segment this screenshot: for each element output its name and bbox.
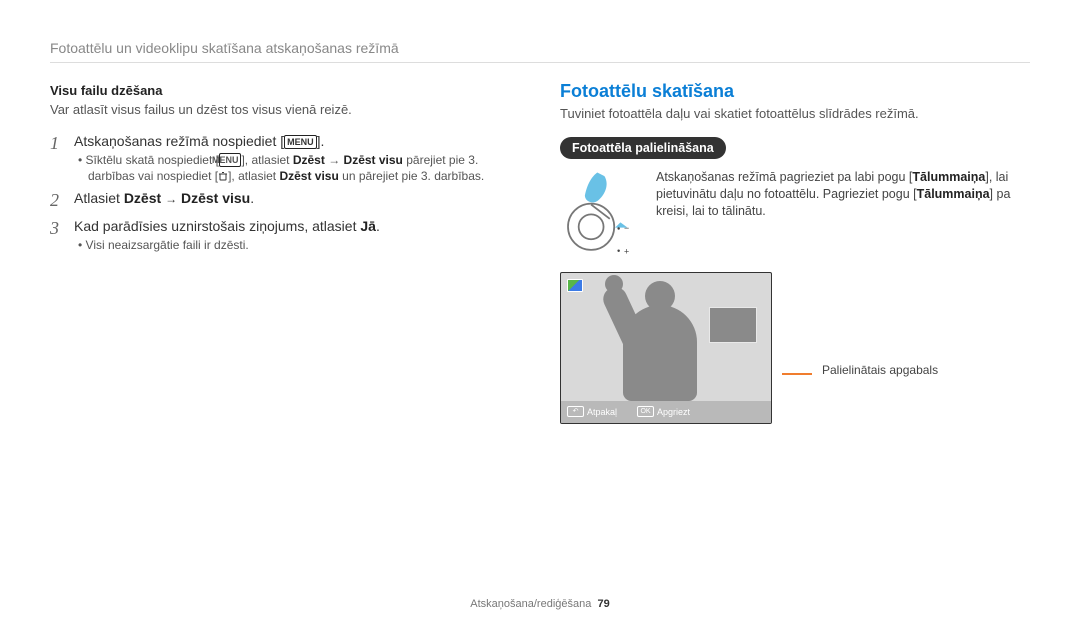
step-main-text: Atlasiet Dzēst → Dzēst visu. bbox=[74, 190, 520, 206]
back-arrow-icon: ↶ bbox=[567, 406, 584, 417]
emph: Tālummaiņa bbox=[917, 187, 990, 201]
menu-icon: MENU bbox=[284, 135, 317, 149]
camera-screen-preview: ↶ Atpakaļ OK Apgriezt bbox=[560, 272, 772, 424]
step-main-text: Kad parādīsies uznirstošais ziņojums, at… bbox=[74, 218, 520, 234]
emph: Dzēst bbox=[124, 190, 161, 206]
steps-list: 1 Atskaņošanas režīmā nospiediet [MENU].… bbox=[50, 133, 520, 253]
left-subheading: Visu failu dzēšana bbox=[50, 83, 520, 98]
step-body: Atskaņošanas režīmā nospiediet [MENU]. S… bbox=[74, 133, 520, 184]
back-hint: ↶ Atpakaļ bbox=[567, 406, 617, 417]
screen-preview-row: ↶ Atpakaļ OK Apgriezt Palielinātais apga… bbox=[560, 272, 1030, 424]
step-main-text: Atskaņošanas režīmā nospiediet [MENU]. bbox=[74, 133, 520, 149]
leader-line bbox=[782, 373, 812, 375]
arrow-icon: → bbox=[165, 192, 177, 206]
text: Kad parādīsies uznirstošais ziņojums, at… bbox=[74, 218, 360, 234]
step-number: 1 bbox=[50, 133, 64, 155]
emph: Tālummaiņa bbox=[912, 170, 985, 184]
step-number: 2 bbox=[50, 190, 64, 212]
text: Sīktēlu skatā nospiediet [ bbox=[86, 153, 219, 167]
step-sub-text: Sīktēlu skatā nospiediet [MENU], atlasie… bbox=[74, 152, 520, 184]
page-number: 79 bbox=[597, 598, 609, 610]
step-1: 1 Atskaņošanas režīmā nospiediet [MENU].… bbox=[50, 133, 520, 184]
text: Atskaņošanas režīmā nospiediet [ bbox=[74, 133, 284, 149]
menu-icon: MENU bbox=[219, 153, 242, 167]
text: Atlasiet bbox=[74, 190, 124, 206]
two-column-layout: Visu failu dzēšana Var atlasīt visus fai… bbox=[50, 81, 1030, 588]
step-3: 3 Kad parādīsies uznirstošais ziņojums, … bbox=[50, 218, 520, 253]
text: . bbox=[250, 190, 254, 206]
left-column: Visu failu dzēšana Var atlasīt visus fai… bbox=[50, 81, 520, 588]
trash-icon bbox=[218, 171, 228, 181]
text: Atskaņošanas režīmā pagrieziet pa labi p… bbox=[656, 170, 912, 184]
minus-label: − bbox=[624, 223, 629, 233]
zoom-instruction-row: − + Atskaņošanas režīmā pagrieziet pa la… bbox=[560, 169, 1030, 258]
subsection-pill: Fotoattēla palielināšana bbox=[560, 137, 726, 159]
zoom-area-indicator bbox=[709, 307, 757, 343]
step-number: 3 bbox=[50, 218, 64, 240]
step-body: Kad parādīsies uznirstošais ziņojums, at… bbox=[74, 218, 520, 253]
text: un pārejiet pie 3. darbības. bbox=[339, 169, 484, 183]
emph: Dzēst visu bbox=[181, 190, 250, 206]
zoom-ring-illustration: − + bbox=[560, 169, 640, 258]
text: ], atlasiet bbox=[228, 169, 279, 183]
left-desc: Var atlasīt visus failus un dzēst tos vi… bbox=[50, 102, 520, 119]
text: ], atlasiet bbox=[241, 153, 292, 167]
crop-hint: OK Apgriezt bbox=[637, 406, 690, 417]
manual-page: Fotoattēlu un videoklipu skatīšana atska… bbox=[0, 0, 1080, 630]
page-footer: Atskaņošana/rediģēšana 79 bbox=[50, 598, 1030, 610]
text: Visi neaizsargātie faili ir dzēsti. bbox=[86, 238, 249, 252]
emph: Dzēst visu bbox=[279, 169, 338, 183]
step-sub-text: Visi neaizsargātie faili ir dzēsti. bbox=[74, 237, 520, 253]
right-column: Fotoattēlu skatīšana Tuviniet fotoattēla… bbox=[560, 81, 1030, 588]
step-body: Atlasiet Dzēst → Dzēst visu. bbox=[74, 190, 520, 209]
section-title: Fotoattēlu skatīšana bbox=[560, 81, 1030, 102]
step-2: 2 Atlasiet Dzēst → Dzēst visu. bbox=[50, 190, 520, 212]
screen-bottom-bar: ↶ Atpakaļ OK Apgriezt bbox=[561, 401, 771, 423]
back-label: Atpakaļ bbox=[587, 407, 617, 417]
zoom-instruction-text: Atskaņošanas režīmā pagrieziet pa labi p… bbox=[656, 169, 1030, 220]
crop-label: Apgriezt bbox=[657, 407, 690, 417]
page-header: Fotoattēlu un videoklipu skatīšana atska… bbox=[50, 40, 1030, 63]
arrow-icon: → bbox=[328, 153, 340, 167]
photo-mode-icon bbox=[567, 279, 583, 292]
footer-section: Atskaņošana/rediģēšana bbox=[470, 598, 591, 610]
text: . bbox=[376, 218, 380, 234]
emph: Dzēst bbox=[293, 153, 325, 167]
text: ]. bbox=[317, 133, 325, 149]
emph: Dzēst visu bbox=[344, 153, 403, 167]
emph: Jā bbox=[360, 218, 376, 234]
leader-label: Palielinātais apgabals bbox=[822, 363, 938, 377]
ok-icon: OK bbox=[637, 406, 654, 417]
plus-label: + bbox=[624, 246, 629, 256]
section-desc: Tuviniet fotoattēla daļu vai skatiet fot… bbox=[560, 106, 1030, 123]
